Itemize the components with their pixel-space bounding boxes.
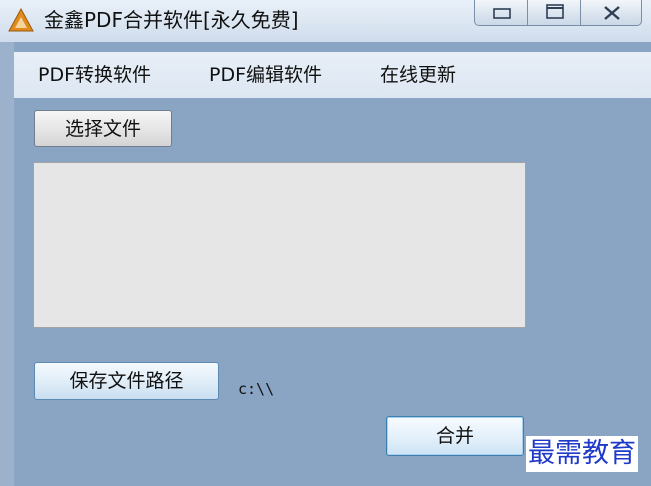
- close-icon: [604, 6, 620, 20]
- save-path-value: c:\\: [238, 380, 275, 398]
- app-window: 金鑫PDF合并软件[永久免费] PDF转换软件 PDF编辑软件 在线更新 选择文…: [0, 0, 651, 486]
- minimize-icon: [493, 8, 511, 19]
- triangle-logo-icon: [8, 7, 34, 32]
- merge-button[interactable]: 合并: [386, 416, 524, 456]
- menu-bar: PDF转换软件 PDF编辑软件 在线更新: [14, 52, 651, 98]
- minimize-button[interactable]: [474, 0, 528, 26]
- title-bar[interactable]: 金鑫PDF合并软件[永久免费]: [0, 0, 651, 42]
- window-frame-edge: [0, 42, 14, 486]
- maximize-button[interactable]: [527, 0, 581, 26]
- save-path-button[interactable]: 保存文件路径: [34, 362, 219, 400]
- select-file-button[interactable]: 选择文件: [34, 110, 172, 147]
- close-button[interactable]: [580, 0, 642, 26]
- maximize-icon: [546, 4, 564, 19]
- window-title: 金鑫PDF合并软件[永久免费]: [44, 8, 299, 32]
- file-list-box[interactable]: [33, 162, 526, 328]
- menu-item-online-update[interactable]: 在线更新: [380, 52, 456, 98]
- menu-item-pdf-convert[interactable]: PDF转换软件: [38, 52, 151, 98]
- menu-item-pdf-edit[interactable]: PDF编辑软件: [209, 52, 322, 98]
- watermark-text: 最需教育: [526, 436, 638, 472]
